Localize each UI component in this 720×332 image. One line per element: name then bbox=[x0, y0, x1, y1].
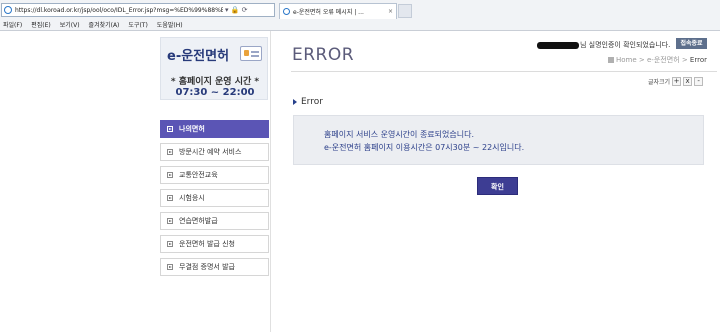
license-card-icon bbox=[240, 46, 262, 61]
user-status: 님 실명인증이 확인되었습니다. bbox=[537, 40, 670, 50]
menu-help[interactable]: 도움말(H) bbox=[157, 20, 183, 31]
sidebar-item-label: 운전면허 발급 신청 bbox=[179, 240, 235, 248]
arrow-bullet-icon bbox=[167, 264, 173, 270]
sidebar-item-my-license[interactable]: 나의면허 bbox=[160, 120, 269, 138]
tab-ie-icon bbox=[283, 8, 290, 15]
sidebar-item-license-issue[interactable]: 운전면허 발급 신청 bbox=[160, 235, 269, 253]
arrow-bullet-icon bbox=[167, 149, 173, 155]
font-size-label: 글자크기 bbox=[648, 79, 671, 86]
new-tab-button[interactable] bbox=[398, 4, 412, 18]
menu-favorites[interactable]: 즐겨찾기(A) bbox=[89, 20, 120, 31]
hours-time: 07:30 ~ 22:00 bbox=[175, 87, 255, 98]
breadcrumb-sep: > bbox=[636, 56, 647, 64]
arrow-bullet-icon bbox=[167, 241, 173, 247]
sidebar-item-label: 나의면허 bbox=[179, 125, 205, 133]
breadcrumb-sep: > bbox=[679, 56, 690, 64]
confirm-button[interactable]: 확인 bbox=[477, 177, 518, 195]
sidebar-item-safety-education[interactable]: 교통안전교육 bbox=[160, 166, 269, 184]
sidebar-menu: 나의면허 방문시간 예약 서비스 교통안전교육 시험응시 연습면허발급 운전면허… bbox=[160, 120, 269, 281]
address-bar[interactable]: https://dl.koroad.or.kr/jsp/ool/oco/IDL_… bbox=[1, 3, 275, 17]
url-text[interactable]: https://dl.koroad.or.kr/jsp/ool/oco/IDL_… bbox=[15, 7, 223, 14]
tab-title: e-운전면허 오류 메시지 | ... bbox=[293, 9, 364, 16]
redacted-username bbox=[537, 41, 579, 49]
sidebar-item-label: 교통안전교육 bbox=[179, 171, 218, 179]
logout-button[interactable]: 접속종료 bbox=[676, 38, 707, 49]
sidebar-item-visit-reservation[interactable]: 방문시간 예약 서비스 bbox=[160, 143, 269, 161]
sidebar-item-label: 시험응시 bbox=[179, 194, 205, 202]
hours-label: * 홈페이지 운영 시간 * bbox=[170, 77, 260, 87]
sidebar: e-운전면허 * 홈페이지 운영 시간 * 07:30 ~ 22:00 나의면허… bbox=[159, 31, 271, 332]
error-message-box: 홈페이지 서비스 운영시간이 종료되었습니다. e-운전면허 홈페이지 이용시간… bbox=[293, 115, 704, 165]
site-logo[interactable]: e-운전면허 bbox=[167, 45, 229, 64]
arrow-bullet-icon bbox=[167, 195, 173, 201]
breadcrumb-home[interactable]: Home bbox=[616, 56, 637, 64]
title-divider bbox=[291, 71, 717, 72]
address-controls[interactable]: ▾ 🔒 ⟳ bbox=[225, 6, 248, 14]
home-icon bbox=[608, 57, 614, 63]
breadcrumb-section[interactable]: e-운전면허 bbox=[647, 56, 680, 64]
sidebar-item-label: 연습면허발급 bbox=[179, 217, 218, 225]
ie-icon bbox=[4, 6, 12, 14]
tab-close-icon[interactable]: × bbox=[388, 8, 393, 15]
browser-chrome: https://dl.koroad.or.kr/jsp/ool/oco/IDL_… bbox=[0, 0, 720, 31]
page-title: ERROR bbox=[292, 45, 355, 65]
user-status-text: 님 실명인증이 확인되었습니다. bbox=[580, 41, 671, 49]
browser-menubar: 파일(F) 편집(E) 보기(V) 즐겨찾기(A) 도구(T) 도움말(H) bbox=[0, 20, 183, 31]
error-message-line-1: 홈페이지 서비스 운영시간이 종료되었습니다. bbox=[324, 130, 475, 139]
main-content: ERROR 님 실명인증이 확인되었습니다. 접속종료 Home > e-운전면… bbox=[271, 31, 720, 332]
menu-file[interactable]: 파일(F) bbox=[3, 20, 22, 31]
browser-tab[interactable]: e-운전면허 오류 메시지 | ... × bbox=[279, 3, 397, 19]
section-heading: Error bbox=[293, 97, 323, 107]
sidebar-item-learner-permit[interactable]: 연습면허발급 bbox=[160, 212, 269, 230]
breadcrumb: Home > e-운전면허 > Error bbox=[608, 55, 707, 65]
arrow-bullet-icon bbox=[167, 172, 173, 178]
sidebar-item-label: 무결점 증명서 발급 bbox=[179, 263, 235, 271]
menu-tools[interactable]: 도구(T) bbox=[128, 20, 147, 31]
menu-view[interactable]: 보기(V) bbox=[60, 20, 80, 31]
breadcrumb-current: Error bbox=[689, 56, 707, 64]
error-message-line-2: e-운전면허 홈페이지 이용시간은 07시30분 ~ 22시입니다. bbox=[324, 143, 525, 152]
section-heading-text: Error bbox=[301, 97, 323, 107]
font-reset-button[interactable]: x bbox=[683, 77, 693, 86]
arrow-right-icon bbox=[293, 99, 297, 105]
arrow-bullet-icon bbox=[167, 126, 173, 132]
font-decrease-button[interactable]: - bbox=[694, 77, 704, 86]
sidebar-item-clean-record[interactable]: 무결점 증명서 발급 bbox=[160, 258, 269, 276]
font-size-control: 글자크기 + x - bbox=[648, 77, 704, 86]
sidebar-item-label: 방문시간 예약 서비스 bbox=[179, 148, 242, 156]
logo-box: e-운전면허 * 홈페이지 운영 시간 * 07:30 ~ 22:00 bbox=[160, 37, 268, 100]
font-increase-button[interactable]: + bbox=[672, 77, 682, 86]
arrow-bullet-icon bbox=[167, 218, 173, 224]
sidebar-item-exam[interactable]: 시험응시 bbox=[160, 189, 269, 207]
menu-edit[interactable]: 편집(E) bbox=[31, 20, 51, 31]
